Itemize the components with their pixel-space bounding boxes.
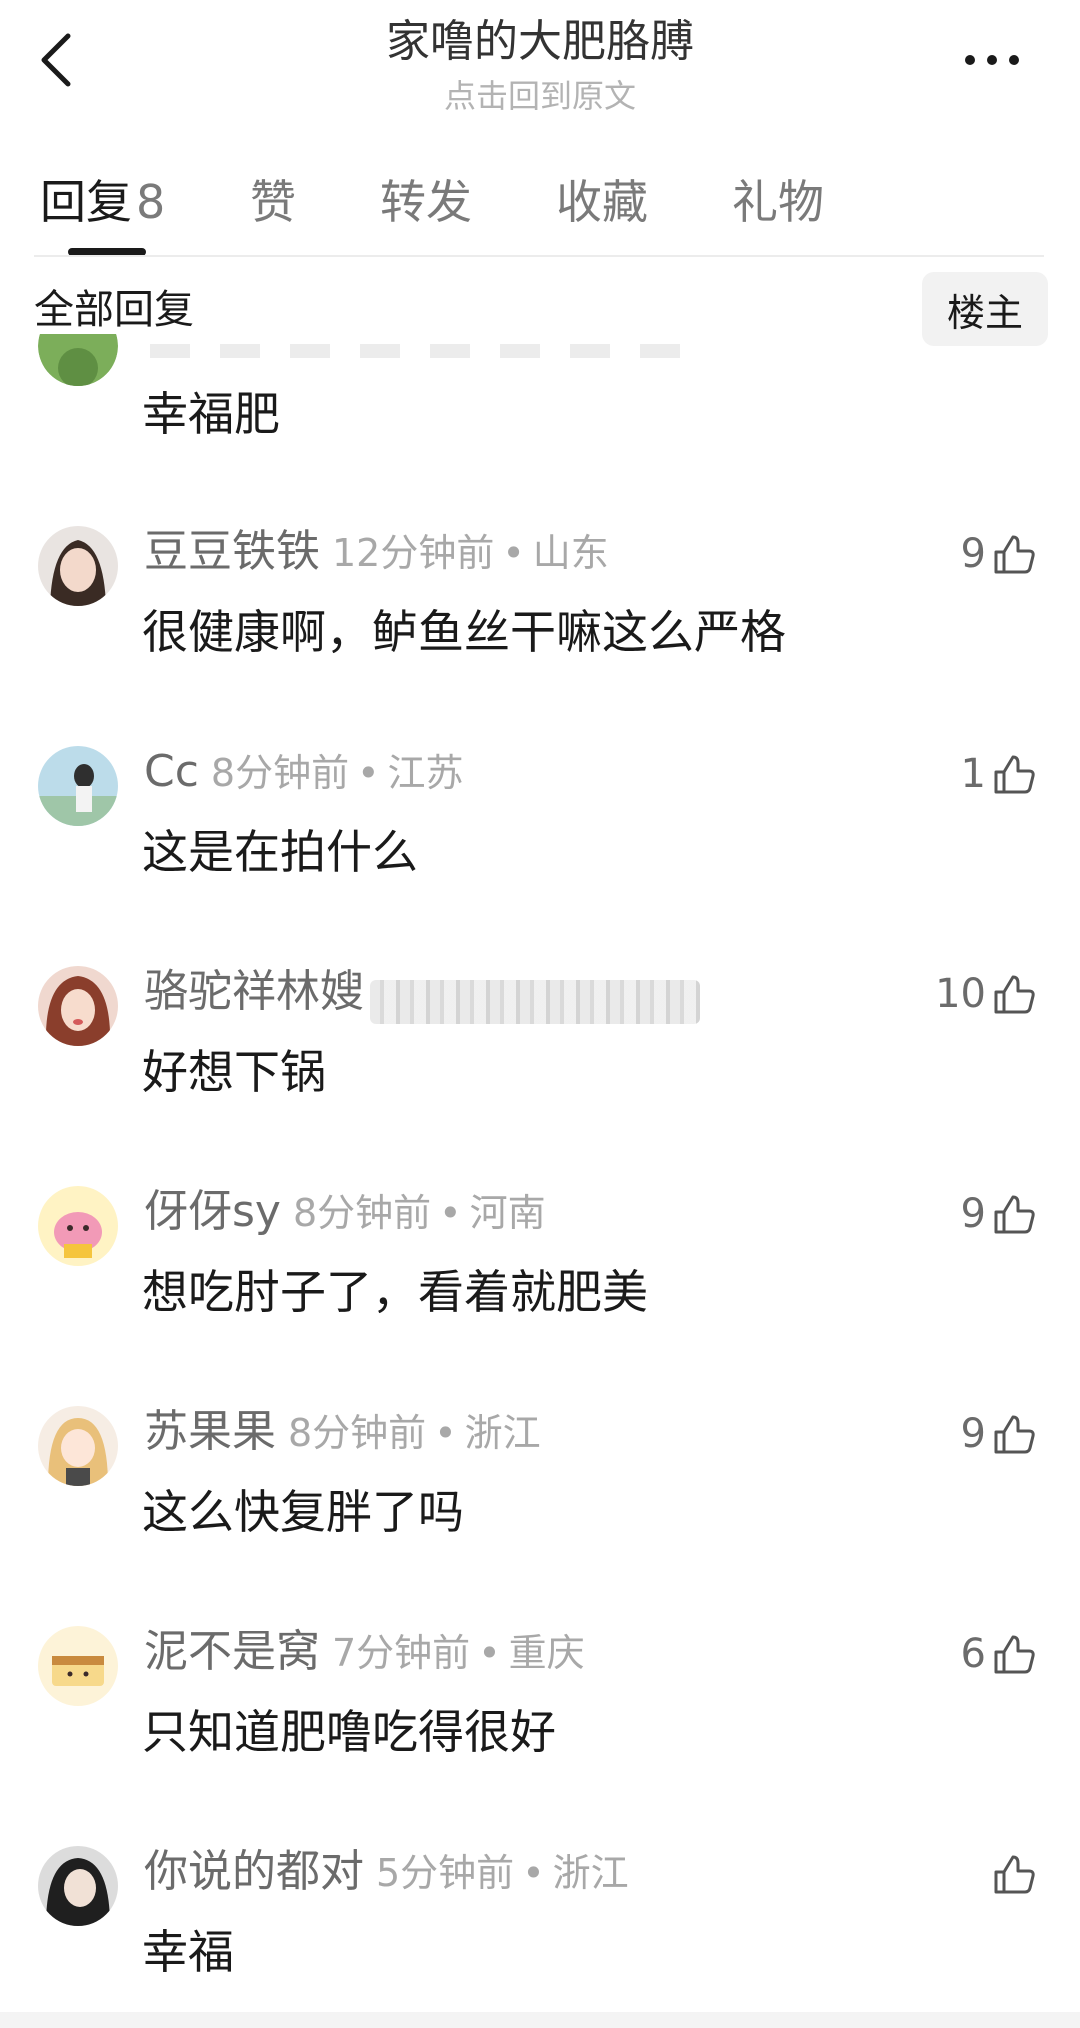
username[interactable]: Cc <box>144 746 199 797</box>
avatar[interactable] <box>38 1186 118 1266</box>
like-count: 10 <box>935 971 986 1017</box>
timestamp: 5分钟前 <box>376 1851 515 1895</box>
like-button[interactable]: 10 <box>935 968 1036 1020</box>
like-count: 1 <box>960 751 986 797</box>
owner-filter-button[interactable]: 楼主 <box>922 272 1048 346</box>
separator-dot: • <box>434 1411 457 1455</box>
tab-divider <box>34 255 1044 257</box>
avatar[interactable] <box>38 1846 118 1926</box>
comment-meta: 泥不是窝 7分钟前 • 重庆 <box>144 1624 585 1680</box>
timestamp: 12分钟前 <box>332 531 495 575</box>
tab-replies-label: 回复 <box>40 175 132 229</box>
like-count: 9 <box>960 1191 986 1237</box>
comment-text: 幸福 <box>142 1925 234 1979</box>
location: 江苏 <box>387 751 464 795</box>
comment-text: 这么快复胖了吗 <box>142 1485 464 1539</box>
thumbs-up-icon <box>994 1635 1035 1674</box>
comment-meta: Cc 8分钟前 • 江苏 <box>144 744 464 800</box>
comment-item: 苏果果 8分钟前 • 浙江 这么快复胖了吗 9 <box>0 1404 1080 1624</box>
more-button[interactable] <box>956 32 1028 88</box>
comment-meta: 你说的都对 5分钟前 • 浙江 <box>144 1844 629 1900</box>
separator-dot: • <box>502 531 525 575</box>
title-block: 家噜的大肥胳膊 点击回到原文 <box>200 14 880 118</box>
username[interactable]: 伢伢sy <box>144 1186 281 1237</box>
tab-reposts[interactable]: 转发 <box>380 172 472 232</box>
like-button[interactable]: 9 <box>961 1408 1036 1460</box>
thumbs-up-icon <box>994 1195 1035 1234</box>
comment-item: 泥不是窝 7分钟前 • 重庆 只知道肥噜吃得很好 6 <box>0 1624 1080 1844</box>
comment-item: 骆驼祥林嫂 好想下锅 10 <box>0 964 1080 1184</box>
username[interactable]: 苏果果 <box>144 1406 276 1457</box>
back-to-original-link[interactable]: 点击回到原文 <box>200 74 880 118</box>
location: 重庆 <box>508 1631 585 1675</box>
comment-item: 伢伢sy 8分钟前 • 河南 想吃肘子了，看着就肥美 9 <box>0 1184 1080 1404</box>
separator-dot: • <box>357 751 380 795</box>
timestamp: 8分钟前 <box>288 1411 427 1455</box>
tab-favorites[interactable]: 收藏 <box>556 172 648 232</box>
location: 浙江 <box>464 1411 541 1455</box>
avatar[interactable] <box>38 746 118 826</box>
like-count: 9 <box>960 1411 986 1457</box>
tab-bar: 回复8 赞 转发 收藏 礼物 <box>0 160 1080 256</box>
comment-text: 很健康啊，鲈鱼丝干嘛这么严格 <box>142 605 786 659</box>
like-button[interactable] <box>986 1848 1036 1900</box>
blurred-meta <box>370 979 700 1024</box>
thumbs-up-icon <box>994 755 1035 794</box>
comment-meta: 豆豆铁铁 12分钟前 • 山东 <box>144 524 609 580</box>
comment-text: 这是在拍什么 <box>142 825 418 879</box>
top-nav-bar: 家噜的大肥胳膊 点击回到原文 <box>0 0 1080 130</box>
tab-replies-count: 8 <box>136 175 166 229</box>
chevron-left-icon <box>41 33 71 87</box>
comment-text: 只知道肥噜吃得很好 <box>142 1705 556 1759</box>
username[interactable]: 泥不是窝 <box>144 1626 320 1677</box>
tab-gifts[interactable]: 礼物 <box>732 172 824 232</box>
timestamp: 7分钟前 <box>332 1631 471 1675</box>
comment-text: 幸福肥 <box>142 387 280 441</box>
avatar[interactable] <box>38 1406 118 1486</box>
like-button[interactable]: 1 <box>961 748 1036 800</box>
bottom-edge <box>0 2012 1080 2028</box>
location: 河南 <box>469 1191 546 1235</box>
username[interactable]: 你说的都对 <box>144 1846 364 1897</box>
comment-item: Cc 8分钟前 • 江苏 这是在拍什么 1 <box>0 744 1080 964</box>
comment-meta: 骆驼祥林嫂 <box>144 964 700 1024</box>
like-button[interactable]: 9 <box>961 1188 1036 1240</box>
thumbs-up-icon <box>994 535 1035 574</box>
comment-meta: 苏果果 8分钟前 • 浙江 <box>144 1404 541 1460</box>
all-replies-filter[interactable]: 全部回复 <box>34 282 194 338</box>
location: 浙江 <box>552 1851 629 1895</box>
like-button[interactable]: 9 <box>961 528 1036 580</box>
page-title: 家噜的大肥胳膊 <box>386 16 694 67</box>
comment-text: 想吃肘子了，看着就肥美 <box>142 1265 648 1319</box>
timestamp: 8分钟前 <box>210 751 350 795</box>
comment-item: 你说的都对 5分钟前 • 浙江 幸福 <box>0 1844 1080 2028</box>
back-button[interactable] <box>28 28 84 92</box>
more-dots-icon <box>965 55 1019 65</box>
thumbs-up-icon <box>994 1415 1035 1454</box>
username[interactable]: 骆驼祥林嫂 <box>144 966 364 1017</box>
separator-dot: • <box>439 1191 462 1235</box>
avatar[interactable] <box>38 1626 118 1706</box>
separator-dot: • <box>522 1851 545 1895</box>
username[interactable]: 豆豆铁铁 <box>144 526 320 577</box>
like-count: 9 <box>960 531 986 577</box>
tab-likes[interactable]: 赞 <box>250 172 296 232</box>
separator-dot: • <box>478 1631 501 1675</box>
thumbs-up-icon <box>994 975 1035 1014</box>
like-button[interactable]: 6 <box>961 1628 1036 1680</box>
thumbs-up-icon <box>994 1855 1035 1894</box>
avatar[interactable] <box>38 526 118 606</box>
comment-text: 好想下锅 <box>142 1045 326 1099</box>
cropped-meta-line <box>150 344 710 358</box>
comment-item: 豆豆铁铁 12分钟前 • 山东 很健康啊，鲈鱼丝干嘛这么严格 9 <box>0 524 1080 744</box>
like-count: 6 <box>960 1631 986 1677</box>
location: 山东 <box>532 531 609 575</box>
timestamp: 8分钟前 <box>292 1191 432 1235</box>
avatar[interactable] <box>38 966 118 1046</box>
tab-replies[interactable]: 回复8 <box>40 172 165 232</box>
comment-meta: 伢伢sy 8分钟前 • 河南 <box>144 1184 546 1240</box>
